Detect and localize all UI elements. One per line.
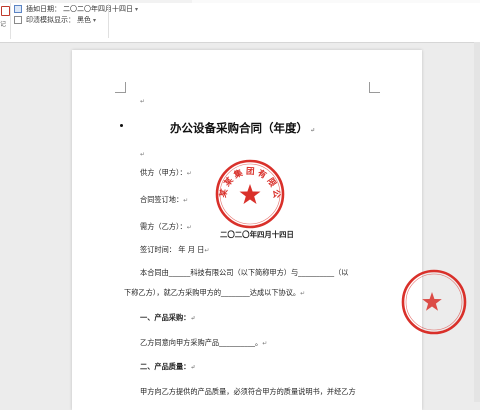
section-heading-quality[interactable]: 二、产品质量：↵ <box>140 362 195 372</box>
paragraph-mark-icon: ↵ <box>140 151 146 158</box>
party-b-line[interactable]: 需方（乙方）：↵ <box>140 222 192 232</box>
ink-simulation-checkbox[interactable] <box>14 16 22 24</box>
insert-date-label: 插如日期： <box>26 5 61 13</box>
document-page[interactable]: ↵ 办公设备采购合同（年度） ↵ ↵ 供方（甲方）：↵ 合同签订地：↵ 需方（乙… <box>72 50 422 410</box>
company-seal: 某某集团有限公司 <box>214 158 285 229</box>
seal-tool-label: 记 <box>0 21 7 28</box>
margin-corner-top-right <box>369 82 380 93</box>
party-a-line[interactable]: 供方（甲方）：↵ <box>140 168 192 178</box>
seal-icon <box>1 6 10 16</box>
vertical-scrollbar[interactable] <box>474 42 480 402</box>
contract-paragraph-line-1[interactable]: 本合同由______科技有限公司（以下简称甲方）与__________（以 <box>140 268 348 278</box>
cross-page-seal <box>401 269 467 335</box>
insert-date-value[interactable]: 二〇二〇年四月十四日 <box>63 4 133 14</box>
chevron-down-icon[interactable]: ▾ <box>93 17 96 24</box>
ribbon-top-strip <box>0 0 480 3</box>
ink-simulation-label: 印渍模拟显示： <box>26 16 75 24</box>
sign-place-line[interactable]: 合同签订地：↵ <box>140 195 188 205</box>
quality-item-line[interactable]: 甲方向乙方提供的产品质量，必须符合甲方的质量说明书，并经乙方 <box>140 387 356 397</box>
ink-simulation-option[interactable]: 印渍模拟显示： 黑色 ▾ <box>14 15 96 25</box>
contract-paragraph-line-2[interactable]: 下称乙方），就乙方采购甲方的________达成以下协议。↵ <box>124 288 305 298</box>
section-heading-procurement[interactable]: 一、产品采购：↵ <box>140 313 195 323</box>
paragraph-mark-icon: ↵ <box>140 98 146 105</box>
ink-simulation-value[interactable]: 黑色 <box>77 15 91 25</box>
ribbon-toolbar: 记 插如日期： 二〇二〇年四月十四日 ▾ 印渍模拟显示： 黑色 ▾ <box>0 0 480 43</box>
insert-date-option[interactable]: 插如日期： 二〇二〇年四月十四日 ▾ <box>14 4 138 14</box>
document-title[interactable]: 办公设备采购合同（年度） ↵ <box>170 120 315 136</box>
sign-time-line[interactable]: 签订时间： 年 月 日↵ <box>140 245 209 255</box>
seal-tool-button[interactable]: 记 <box>0 3 11 39</box>
margin-corner-top-left <box>115 82 126 93</box>
insert-date-checkbox[interactable] <box>14 5 22 13</box>
chevron-down-icon[interactable]: ▾ <box>135 6 138 13</box>
list-bullet <box>120 124 123 127</box>
ribbon-divider <box>108 4 109 38</box>
procurement-item-line[interactable]: 乙方同意向甲方采购产品__________。↵ <box>140 338 267 348</box>
seal-date[interactable]: 二〇二〇年四月十四日 <box>220 229 294 240</box>
